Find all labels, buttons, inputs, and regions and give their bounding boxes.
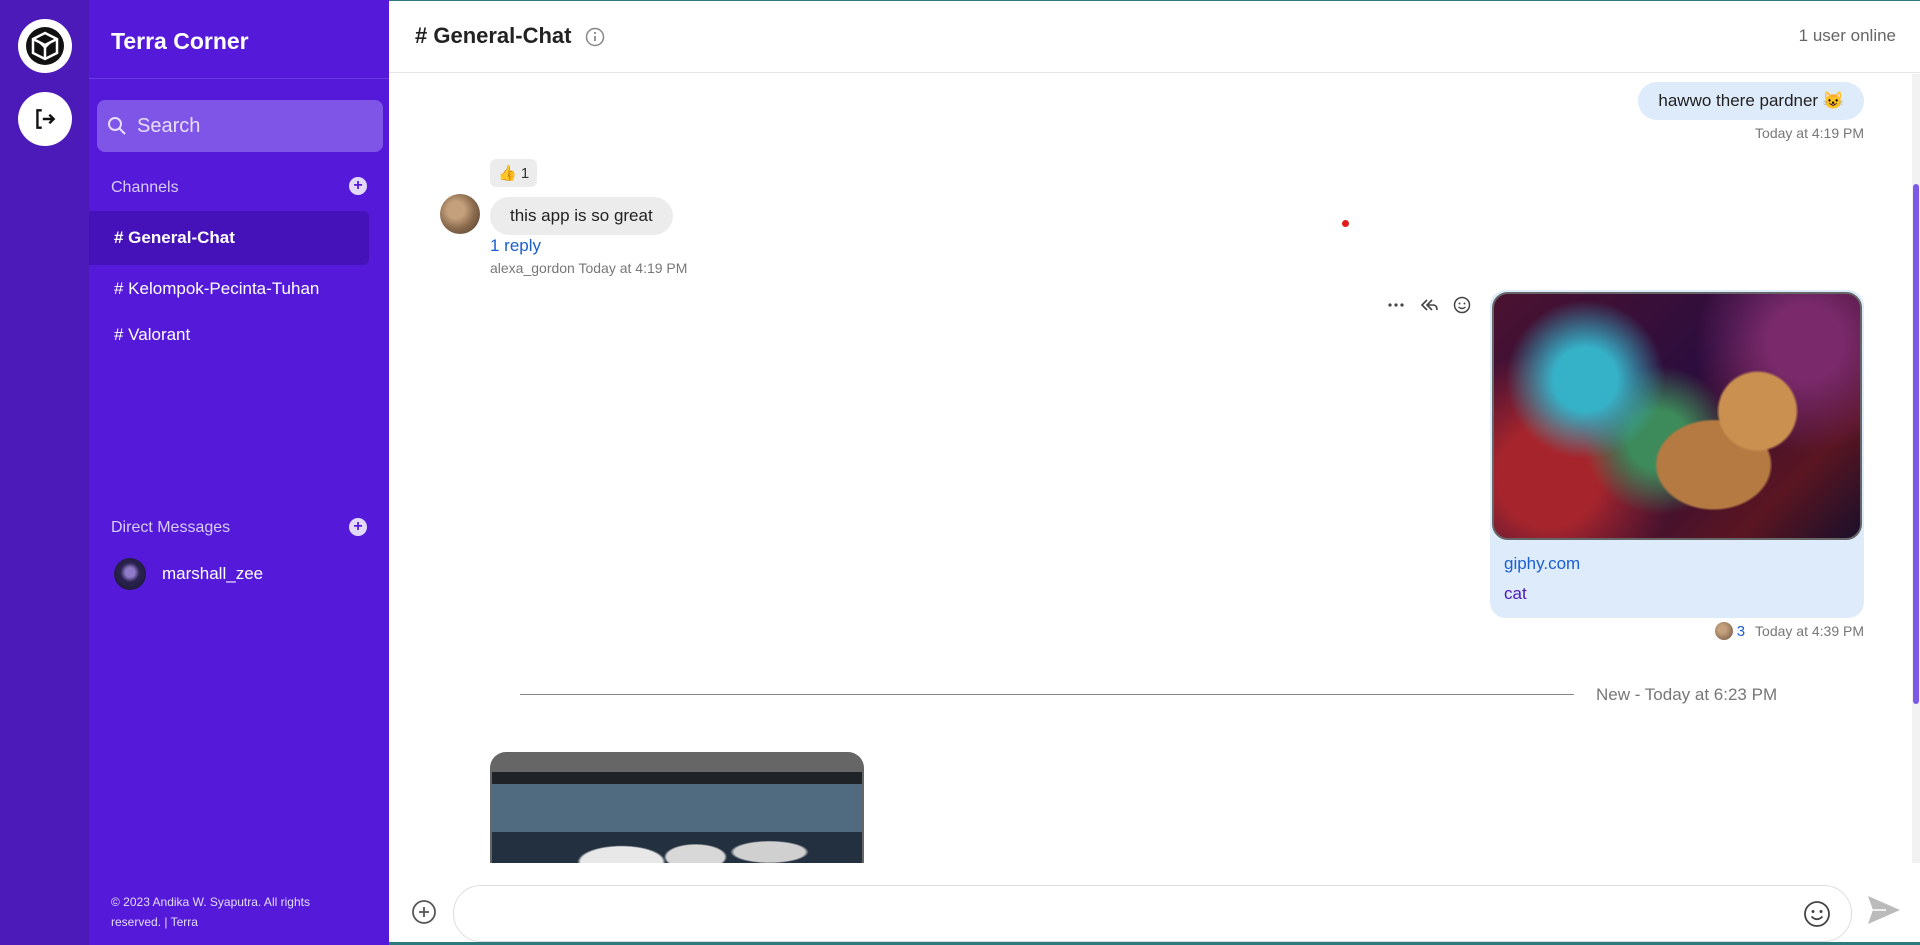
channel-general-chat[interactable]: # General-Chat <box>89 211 369 265</box>
online-count: 1 user online <box>1798 26 1896 45</box>
add-attachment-icon[interactable] <box>411 899 437 925</box>
reply-icon[interactable] <box>1419 296 1439 314</box>
send-icon[interactable] <box>1866 894 1902 926</box>
dm-item-marshall-zee[interactable]: marshall_zee <box>114 558 263 590</box>
new-messages-label: New - Today at 6:23 PM <box>1596 685 1778 704</box>
message-bubble-incoming[interactable]: this app is so great <box>490 197 673 235</box>
message-input-wrapper[interactable] <box>453 885 1852 942</box>
thread-reply-link[interactable]: 1 reply <box>490 236 541 256</box>
direct-messages-heading: Direct Messages <box>111 519 231 536</box>
workspace-title: Terra Corner <box>111 28 249 54</box>
sidebar-divider <box>89 78 389 79</box>
channels-heading: Channels <box>111 179 179 196</box>
cursor-dot <box>1342 220 1349 227</box>
avatar <box>1714 622 1733 640</box>
chat-main: # General-Chat 1 user online hawwo there… <box>389 0 1920 945</box>
search-icon <box>108 117 126 135</box>
channel-header: # General-Chat 1 user online <box>389 0 1920 73</box>
search-input[interactable] <box>137 114 367 138</box>
avatar <box>114 558 146 590</box>
message-meta: alexa_gordon Today at 4:19 PM <box>490 260 688 276</box>
gif-message-card[interactable] <box>490 752 864 863</box>
preview-link[interactable]: giphy.com <box>1504 554 1580 574</box>
info-icon[interactable] <box>585 27 605 47</box>
scrollbar[interactable] <box>1912 74 1920 863</box>
message-composer <box>389 870 1920 945</box>
emoji-picker-icon[interactable] <box>1803 900 1831 928</box>
reply-count-link[interactable]: 3 <box>1737 623 1745 640</box>
scroll-thumb[interactable] <box>1913 184 1919 704</box>
message-bubble-outgoing[interactable]: hawwo there pardner 😺 <box>1638 82 1864 120</box>
message-list[interactable]: hawwo there pardner 😺 Today at 4:19 PM 👍… <box>389 74 1920 863</box>
app-logo-icon[interactable] <box>18 19 72 73</box>
search-box[interactable] <box>97 100 383 152</box>
avatar[interactable] <box>440 194 480 234</box>
emoji-react-icon[interactable] <box>1453 296 1471 314</box>
message-hover-tools <box>1387 296 1471 314</box>
message-timestamp-row: 3 Today at 4:39 PM <box>1714 622 1864 640</box>
reaction-badge[interactable]: 👍 1 <box>490 159 538 187</box>
add-direct-message-button[interactable]: + <box>349 518 367 536</box>
channel-valorant[interactable]: # Valorant <box>89 308 369 362</box>
message-timestamp: Today at 4:39 PM <box>1755 623 1864 639</box>
logout-button[interactable] <box>18 92 72 146</box>
gif-image[interactable] <box>492 772 862 863</box>
copyright-footer: © 2023 Andika W. Syaputra. All rights re… <box>111 895 310 929</box>
message-input[interactable] <box>474 901 1774 927</box>
add-channel-button[interactable]: + <box>349 177 367 195</box>
channel-title: # General-Chat <box>415 23 572 48</box>
preview-description: cat <box>1504 584 1527 603</box>
more-icon[interactable] <box>1387 296 1405 314</box>
gif-image[interactable] <box>1492 292 1862 540</box>
logout-icon <box>36 109 56 129</box>
sidebar: Terra Corner Channels + # General-Chat #… <box>89 0 389 945</box>
dm-name: marshall_zee <box>162 564 264 583</box>
message-timestamp: Today at 4:19 PM <box>1755 125 1864 141</box>
link-preview-card[interactable]: giphy.com cat <box>1490 290 1864 618</box>
workspace-rail <box>0 0 89 945</box>
new-messages-divider <box>520 694 1574 695</box>
